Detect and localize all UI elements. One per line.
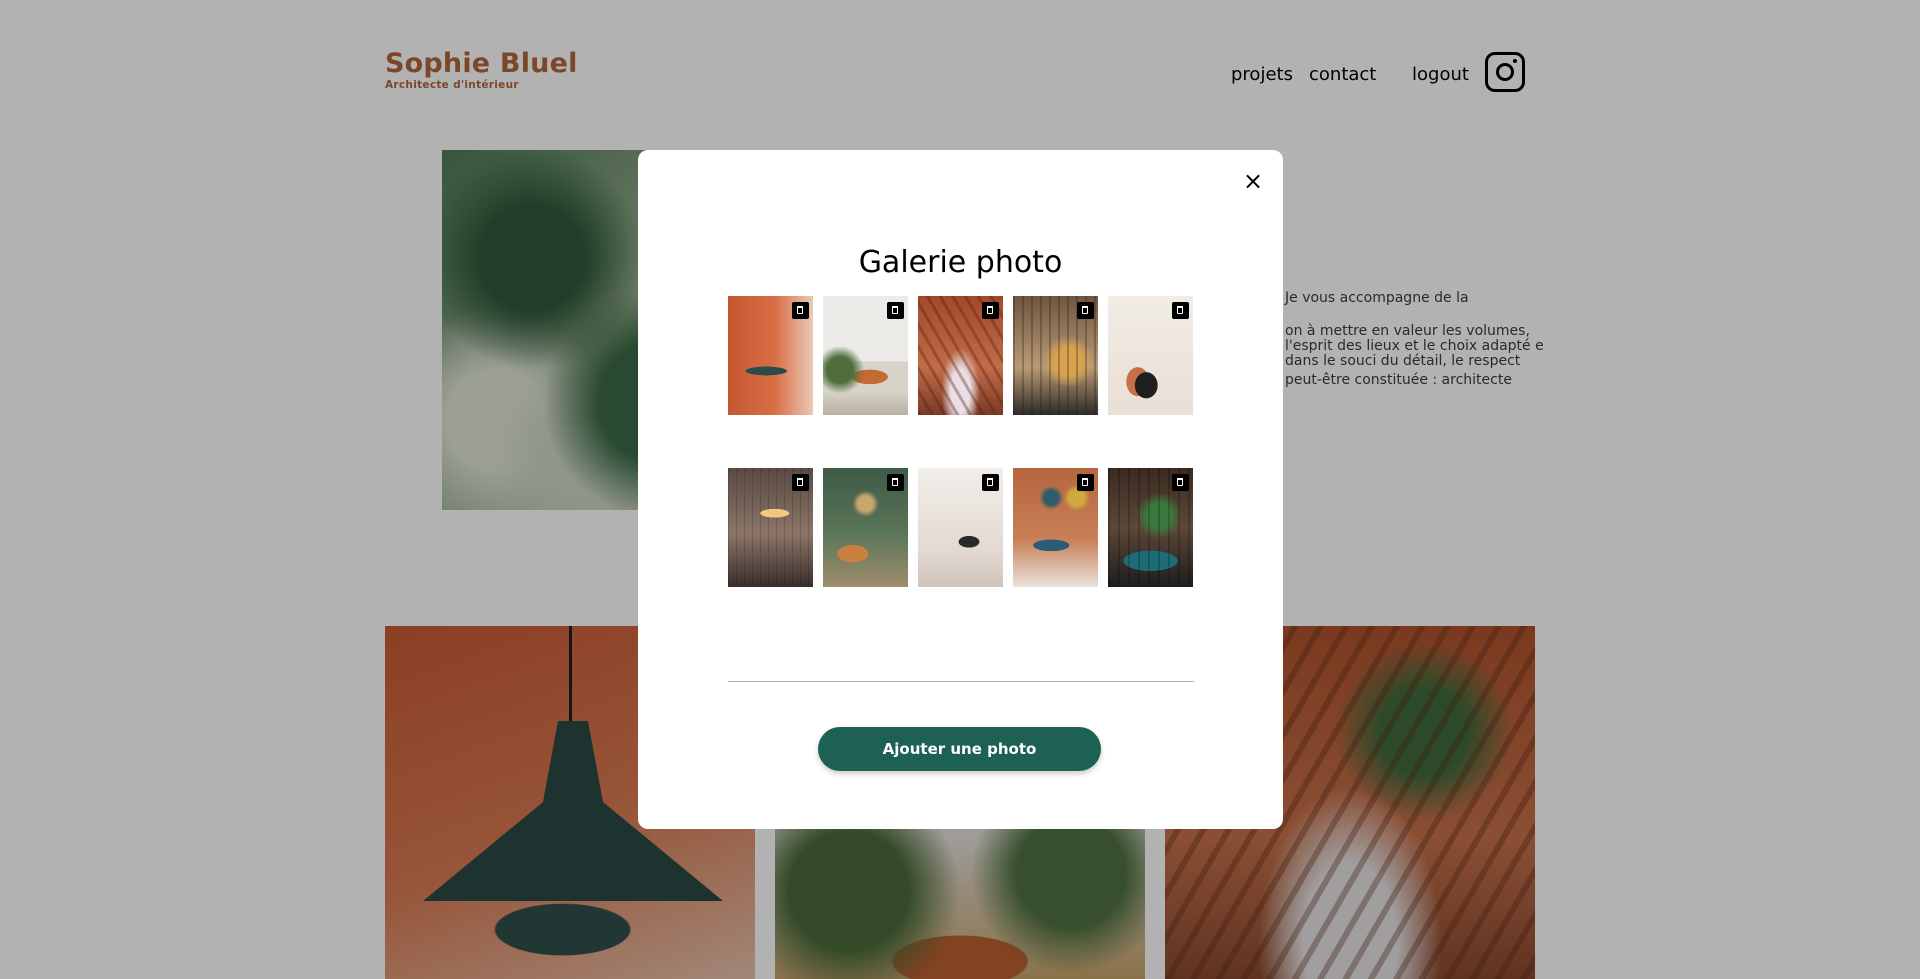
trash-icon[interactable] [1077, 302, 1094, 319]
trash-icon[interactable] [982, 474, 999, 491]
gallery-thumbnail [823, 296, 908, 415]
trash-icon[interactable] [887, 302, 904, 319]
trash-icon[interactable] [1077, 474, 1094, 491]
trash-icon[interactable] [792, 302, 809, 319]
gallery-thumbnail [728, 468, 813, 587]
trash-icon[interactable] [1172, 302, 1189, 319]
modal-title: Galerie photo [858, 245, 1063, 280]
trash-icon[interactable] [887, 474, 904, 491]
trash-icon[interactable] [1172, 474, 1189, 491]
modal-divider [728, 681, 1194, 682]
gallery-thumbnail [918, 296, 1003, 415]
gallery-thumbnail [823, 468, 908, 587]
trash-icon[interactable] [982, 302, 999, 319]
gallery-thumbnail [1013, 468, 1098, 587]
add-photo-button[interactable]: Ajouter une photo [818, 727, 1101, 771]
gallery-thumbnail [1013, 296, 1098, 415]
gallery-thumbnail [1108, 468, 1193, 587]
photo-grid [728, 296, 1194, 587]
gallery-thumbnail [918, 468, 1003, 587]
gallery-thumbnail [1108, 296, 1193, 415]
close-icon[interactable]: × [1237, 165, 1269, 197]
gallery-modal: × Galerie photo Ajouter une photo [638, 150, 1283, 829]
trash-icon[interactable] [792, 474, 809, 491]
gallery-thumbnail [728, 296, 813, 415]
